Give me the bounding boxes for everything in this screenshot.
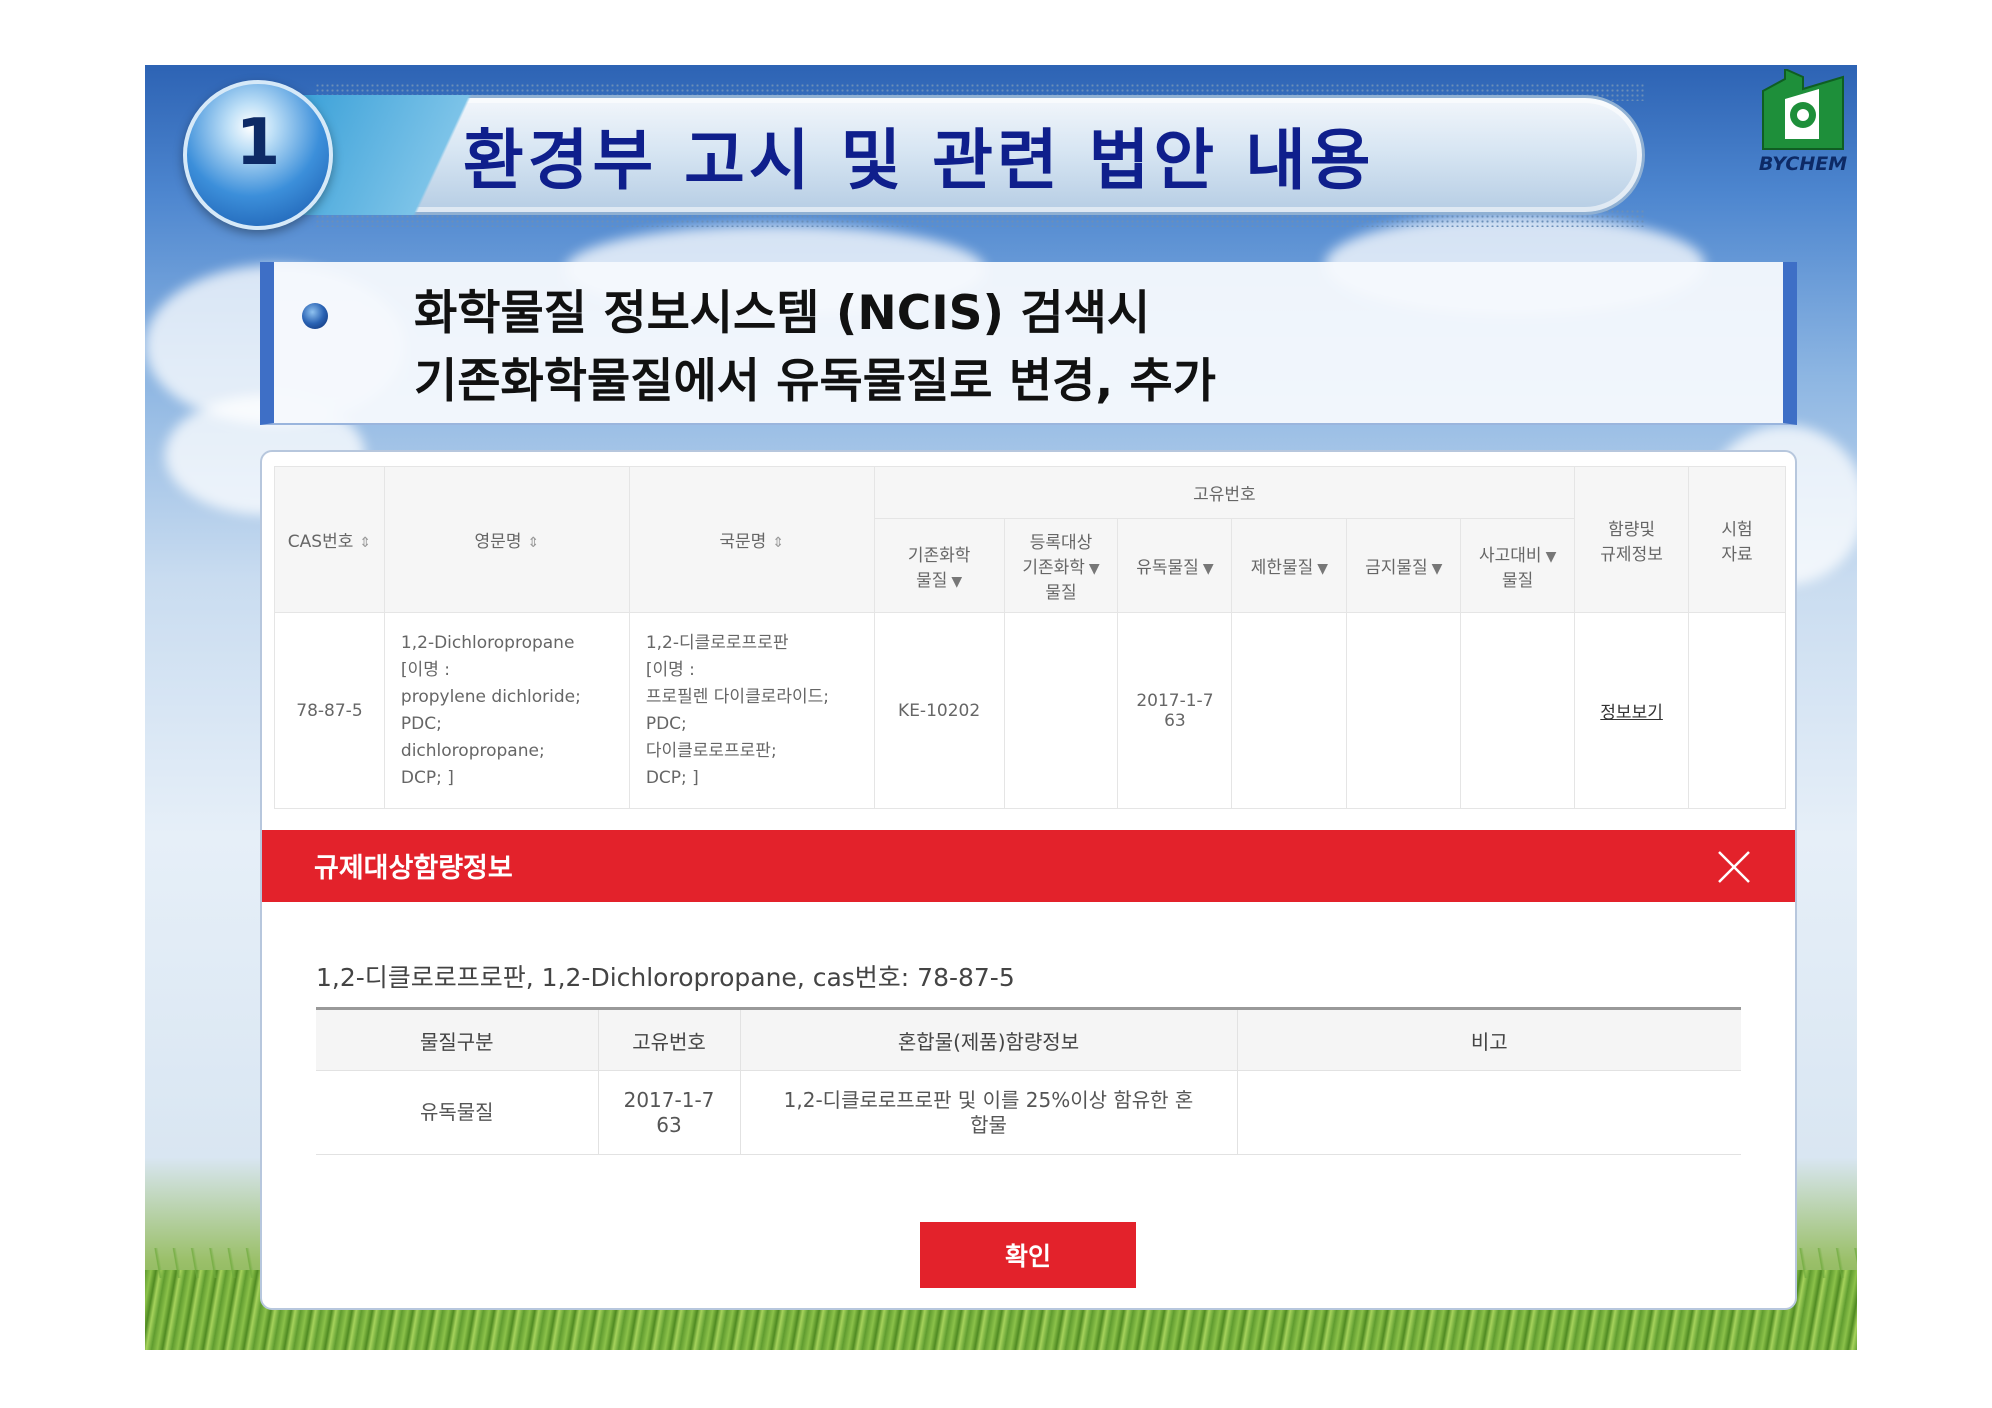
sort-icon: ⇕ <box>527 535 540 551</box>
header-content-info: 함량및 규제정보 <box>1574 466 1690 613</box>
logo-mark-icon <box>1762 67 1844 150</box>
header-english-name[interactable]: 영문명 ⇕ <box>383 466 630 613</box>
close-icon[interactable] <box>1717 850 1751 884</box>
cell-accident <box>1460 612 1576 809</box>
header-note: 비고 <box>1237 1008 1741 1071</box>
header-test-data: 시험 자료 <box>1688 466 1786 613</box>
filter-icon: ▼ <box>1431 561 1443 577</box>
cell-note <box>1237 1070 1741 1155</box>
ncis-search-results-table: CAS번호 ⇕ 영문명 ⇕ 국문명 ⇕ 고유번호 함량및 규제정보 시험 자료 기존화학 물… <box>274 466 1786 809</box>
header-mixture-content: 혼합물(제품)함량정보 <box>740 1008 1238 1071</box>
regulation-content-table: 물질구분 고유번호 혼합물(제품)함량정보 비고 유독물질 2017-1-7 6… <box>316 1007 1741 1155</box>
view-info-link[interactable]: 정보보기 <box>1600 703 1663 723</box>
cell-existing: KE-10202 <box>873 612 1005 809</box>
header-category: 물질구분 <box>316 1008 599 1071</box>
cell-registration-target <box>1003 612 1119 809</box>
filter-registration-target[interactable]: 등록대상 기존화학 ▼ 물질 <box>1003 518 1119 613</box>
table-row: 유독물질 2017-1-7 63 1,2-디클로로프로판 및 이를 25%이상 … <box>316 1070 1741 1155</box>
filter-restricted[interactable]: 제한물질 ▼ <box>1231 518 1348 613</box>
table-row: 78-87-5 1,2-Dichloropropane [이명 : propyl… <box>274 612 1786 809</box>
slide-title: 환경부 고시 및 관련 법안 내용 <box>463 122 1375 199</box>
section-number: 1 <box>235 106 281 180</box>
cell-cas: 78-87-5 <box>274 612 385 809</box>
filter-accident[interactable]: 사고대비 ▼ 물질 <box>1460 518 1576 613</box>
cell-english-name: 1,2-Dichloropropane [이명 : propylene dich… <box>383 612 630 809</box>
bullet-icon <box>302 303 328 329</box>
filter-toxic[interactable]: 유독물질 ▼ <box>1117 518 1233 613</box>
filter-existing[interactable]: 기존화학 물질 ▼ <box>873 518 1005 613</box>
header-unique-no: 고유번호 <box>873 466 1576 519</box>
modal-title: 규제대상함량정보 <box>314 853 513 884</box>
subtitle-line-2: 기존화학물질에서 유독물질로 변경, 추가 <box>414 354 1217 409</box>
cell-korean-name: 1,2-디클로로프로판 [이명 : 프로필렌 다이클로라이드; PDC; 다이클… <box>628 612 875 809</box>
cell-mixture-content: 1,2-디클로로프로판 및 이를 25%이상 함유한 혼 합물 <box>740 1070 1238 1155</box>
logo-text: BYCHEM <box>1758 153 1848 175</box>
filter-icon: ▼ <box>1202 561 1214 577</box>
header-id: 고유번호 <box>598 1008 741 1071</box>
cell-category: 유독물질 <box>316 1070 599 1155</box>
filter-icon: ▼ <box>1545 548 1557 565</box>
cell-test-data <box>1688 612 1786 809</box>
filter-icon: ▼ <box>1088 561 1100 577</box>
filter-prohibited[interactable]: 금지물질 ▼ <box>1346 518 1462 613</box>
filter-icon: ▼ <box>1317 561 1329 577</box>
cell-prohibited <box>1346 612 1462 809</box>
cell-content-info: 정보보기 <box>1574 612 1690 809</box>
confirm-button[interactable]: 확인 <box>920 1222 1136 1288</box>
cell-toxic: 2017-1-7 63 <box>1117 612 1233 809</box>
header-cas[interactable]: CAS번호 ⇕ <box>274 466 385 613</box>
bychem-logo: BYCHEM <box>1755 67 1851 179</box>
subtitle-box: 화학물질 정보시스템 (NCIS) 검색시 기존화학물질에서 유독물질로 변경,… <box>260 262 1797 425</box>
sort-icon: ⇕ <box>772 535 785 551</box>
ncis-screenshot-panel: CAS번호 ⇕ 영문명 ⇕ 국문명 ⇕ 고유번호 함량및 규제정보 시험 자료 기존화학 물… <box>260 450 1797 1310</box>
header-korean-name[interactable]: 국문명 ⇕ <box>628 466 875 613</box>
filter-icon: ▼ <box>951 573 963 590</box>
cell-restricted <box>1231 612 1348 809</box>
subtitle-line-1: 화학물질 정보시스템 (NCIS) 검색시 <box>414 286 1151 341</box>
slide: 1 환경부 고시 및 관련 법안 내용 BYCHEM 화학물질 정보시스템 (N… <box>145 65 1857 1350</box>
modal-header: 규제대상함량정보 <box>262 830 1795 902</box>
modal-substance-heading: 1,2-디클로로프로판, 1,2-Dichloropropane, cas번호:… <box>316 963 1015 992</box>
cell-id: 2017-1-7 63 <box>598 1070 741 1155</box>
section-number-badge: 1 <box>183 80 333 230</box>
sort-icon: ⇕ <box>359 535 372 551</box>
